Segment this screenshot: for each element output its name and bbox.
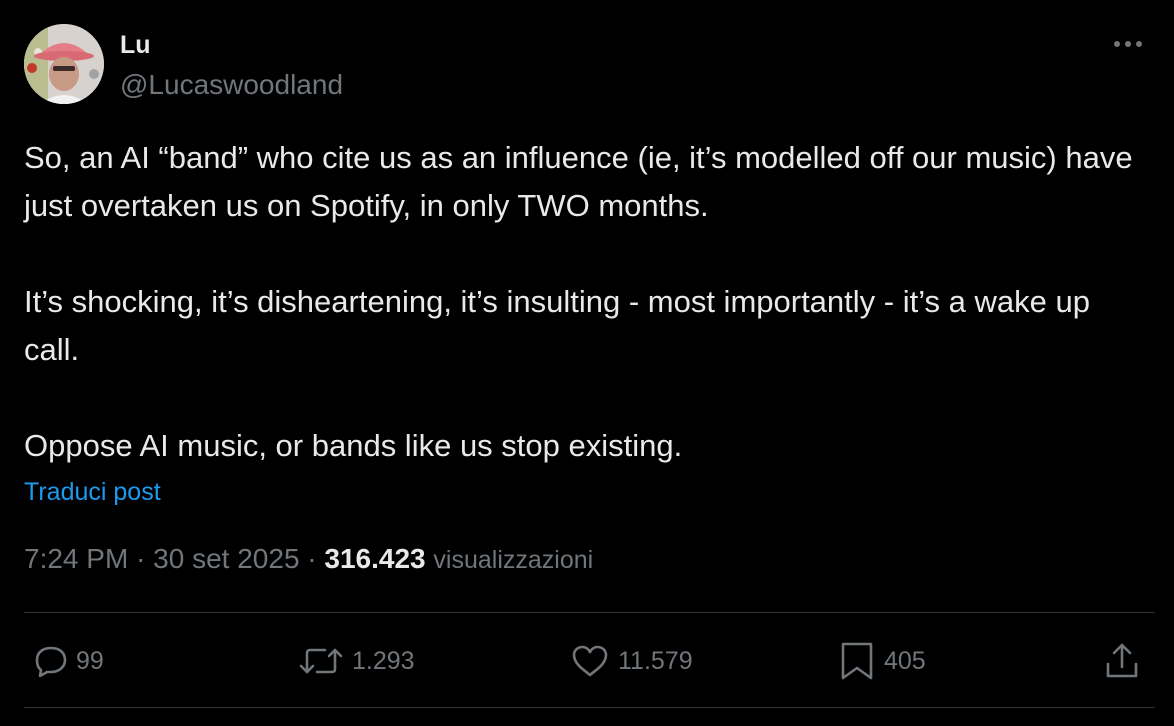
author-name[interactable]: Lu [120,30,151,60]
bookmark-icon [841,642,873,680]
post-date[interactable]: 30 set 2025 [153,543,299,574]
like-button[interactable]: 11.579 [570,640,693,682]
tweet: Lu @Lucaswoodland So, an AI “band” who c… [0,0,1174,726]
bookmark-count: 405 [884,647,926,675]
like-count: 11.579 [618,647,693,675]
reply-button[interactable]: 99 [34,640,104,682]
views-count: 316.423 [324,543,426,574]
meta-separator: · [307,543,317,574]
post-paragraph: So, an AI “band” who cite us as an influ… [24,140,1133,223]
author-handle[interactable]: @Lucaswoodland [120,69,343,101]
post-paragraph: Oppose AI music, or bands like us stop e… [24,428,683,463]
more-horizontal-icon [1114,41,1142,47]
more-options-button[interactable] [1108,30,1148,58]
speech-bubble-icon [35,646,67,677]
post-time[interactable]: 7:24 PM [24,543,128,574]
divider [24,707,1155,708]
retweet-button[interactable]: 1.293 [298,640,415,682]
retweet-icon [299,648,343,674]
share-upload-icon [1106,643,1138,678]
views-label: visualizzazioni [433,546,594,574]
divider [24,612,1155,613]
retweet-count: 1.293 [352,647,415,675]
reply-count: 99 [76,647,104,675]
share-button[interactable] [1104,640,1140,682]
avatar[interactable] [24,24,104,104]
heart-icon [572,645,608,677]
post-text: So, an AI “band” who cite us as an influ… [24,134,1134,470]
bookmark-button[interactable]: 405 [838,640,926,682]
translate-post-link[interactable]: Traduci post [24,476,161,508]
meta-separator: · [136,543,146,574]
avatar-image [24,24,104,104]
post-paragraph: It’s shocking, it’s disheartening, it’s … [24,284,1090,367]
post-meta: 7:24 PM · 30 set 2025 · 316.423 visualiz… [24,541,593,578]
